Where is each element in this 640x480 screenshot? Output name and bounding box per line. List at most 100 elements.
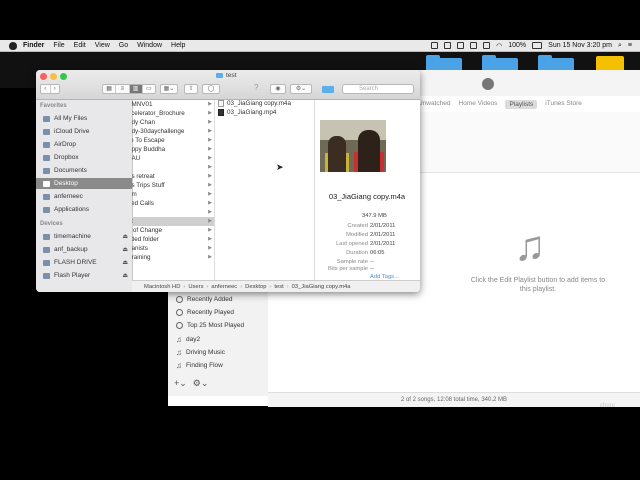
menu-edit[interactable]: Edit — [74, 42, 86, 49]
list-item[interactable]: bAU▶ — [132, 154, 214, 163]
sidebar-item-documents[interactable]: Documents — [36, 165, 132, 176]
sidebar-item-flash-player[interactable]: Flash Player ⏏ — [36, 270, 132, 281]
sidebar-item-applications[interactable]: Applications — [36, 204, 132, 215]
zoom-button[interactable] — [60, 73, 67, 80]
list-item[interactable]: banists▶ — [132, 244, 214, 253]
menu-finder[interactable]: Finder — [23, 42, 44, 49]
playlist-item[interactable]: ♫ Driving Music — [176, 348, 225, 357]
sidebar-item-airdrop[interactable]: AirDrop — [36, 139, 132, 150]
playlist-item[interactable]: ♫ Finding Flow — [176, 361, 223, 370]
menu-file[interactable]: File — [53, 42, 64, 49]
back-button[interactable]: ‹ — [41, 85, 51, 93]
search-input[interactable]: Search — [342, 84, 414, 94]
eject-icon[interactable]: ⏏ — [122, 233, 128, 240]
chevron-right-icon: ▶ — [208, 119, 212, 125]
path-item-test[interactable]: test — [274, 284, 283, 290]
forward-button[interactable]: › — [51, 85, 60, 93]
bluetooth-icon[interactable] — [483, 42, 491, 49]
path-item-macintosh-hd[interactable]: Macintosh HD — [144, 284, 180, 290]
list-item[interactable]: re To Escape▶ — [132, 136, 214, 145]
chevron-right-icon: ▶ — [208, 254, 212, 260]
menu-view[interactable]: View — [95, 42, 110, 49]
column-view-icon[interactable]: ▥ — [129, 85, 143, 93]
share-icon[interactable]: ⇧ — [184, 84, 198, 94]
gear-icon[interactable]: ⚙⌄ — [193, 378, 209, 389]
help-icon[interactable]: ? — [254, 83, 258, 92]
chevron-right-icon: ▶ — [208, 155, 212, 161]
tab-playlists[interactable]: Playlists — [505, 100, 538, 109]
eject-icon[interactable]: ⏏ — [122, 272, 128, 279]
tag-icon[interactable]: ◯ — [202, 84, 220, 94]
sidebar-item-dropbox[interactable]: Dropbox — [36, 152, 132, 163]
list-item[interactable]: ccelerator_Brochure ▶ — [132, 109, 214, 118]
eject-icon[interactable]: ⏏ — [122, 259, 128, 266]
dropbox-status-icon[interactable] — [431, 42, 439, 49]
list-item[interactable]: ff▶ — [132, 208, 214, 217]
list-item-selected[interactable]: st▶ — [132, 217, 214, 226]
sidebar-controls: +⌄ ⚙⌄ — [174, 378, 208, 389]
path-item-file[interactable]: 03_JiaGiang copy.m4a — [292, 284, 351, 290]
list-item[interactable]: os Trips Stuff▶ — [132, 181, 214, 190]
cover-flow-icon[interactable]: ▭ — [143, 85, 155, 93]
list-item[interactable]: Training▶ — [132, 253, 214, 262]
tab-home-videos[interactable]: Home Videos — [459, 100, 498, 109]
list-item[interactable]: ndy-30daychallenge ▶ — [132, 127, 214, 136]
sidebar-item-anf-backup[interactable]: anf_backup ⏏ — [36, 244, 132, 255]
battery-percent[interactable]: 100% — [508, 42, 526, 49]
status-bar: 2 of 2 songs, 12:08 total time, 340.2 MB — [268, 392, 640, 407]
dropbox-folder-icon[interactable] — [322, 86, 334, 93]
chevron-right-icon: ▶ — [208, 209, 212, 215]
menubar-clock[interactable]: Sun 15 Nov 3:20 pm — [548, 42, 612, 49]
bell-icon[interactable] — [457, 42, 465, 49]
sidebar-item-flash-drive[interactable]: FLASH DRIVE ⏏ — [36, 257, 132, 268]
menu-help[interactable]: Help — [171, 42, 185, 49]
list-item[interactable]: ved Calls▶ — [132, 199, 214, 208]
action-gear-icon[interactable]: ⚙⌄ — [290, 84, 312, 94]
list-item[interactable]: ndy Chan▶ — [132, 118, 214, 127]
list-item[interactable]: titled folder▶ — [132, 235, 214, 244]
chevron-right-icon: ▶ — [208, 110, 212, 116]
sidebar-item-all-my-files[interactable]: All My Files — [36, 113, 132, 124]
notification-center-icon[interactable]: ≡ — [628, 42, 632, 49]
quick-look-icon[interactable]: ◉ — [270, 84, 286, 94]
path-item-desktop[interactable]: Desktop — [245, 284, 266, 290]
minimize-button[interactable] — [50, 73, 57, 80]
tab-unwatched[interactable]: Unwatched — [418, 100, 451, 109]
playlist-item[interactable]: ♫ day2 — [176, 335, 200, 344]
add-playlist-icon[interactable]: +⌄ — [174, 378, 187, 389]
menu-window[interactable]: Window — [137, 42, 162, 49]
playlist-item[interactable]: Top 25 Most Played — [176, 322, 244, 329]
path-item-anferneec[interactable]: anferneec — [211, 284, 237, 290]
arrange-button[interactable]: ▦⌄ — [160, 84, 178, 94]
playlist-item[interactable]: Recently Played — [176, 309, 234, 316]
list-view-icon[interactable]: ≡ — [116, 85, 130, 93]
menu-go[interactable]: Go — [119, 42, 128, 49]
list-item[interactable]: os retreat▶ — [132, 172, 214, 181]
file-item[interactable]: 03_JiaGiang copy.m4a — [218, 100, 291, 107]
list-item[interactable]: appy Buddha▶ — [132, 145, 214, 154]
file-item[interactable]: 03_JiaGiang.mp4 — [218, 109, 276, 116]
folder-column: 2MNV01▶ ccelerator_Brochure▶ ndy Chan▶ n… — [132, 100, 215, 280]
sidebar-item-desktop[interactable]: Desktop — [36, 178, 132, 189]
icon-view-icon[interactable]: ▦ — [103, 85, 117, 93]
sidebar-item-timemachine[interactable]: timemachine ⏏ — [36, 231, 132, 242]
sidebar-item-anferneec[interactable]: anferneec — [36, 191, 132, 202]
tab-itunes-store[interactable]: iTunes Store — [545, 100, 582, 109]
path-item-users[interactable]: Users — [188, 284, 203, 290]
spotlight-icon[interactable]: ⌕ — [618, 42, 622, 50]
list-item[interactable]: um▶ — [132, 190, 214, 199]
sidebar-item-icloud-drive[interactable]: iCloud Drive — [36, 126, 132, 137]
list-item[interactable]: i▶ — [132, 163, 214, 172]
screen-icon[interactable] — [444, 42, 452, 49]
apple-menu-icon[interactable] — [9, 41, 17, 50]
wifi-icon[interactable]: ◠ — [496, 42, 502, 50]
chevron-right-icon: ▶ — [208, 236, 212, 242]
list-item[interactable]: 2MNV01▶ — [132, 100, 214, 109]
path-separator-icon: › — [286, 283, 289, 290]
clock-icon[interactable] — [470, 42, 478, 49]
list-item[interactable]: s of Change▶ — [132, 226, 214, 235]
eject-icon[interactable]: ⏏ — [122, 246, 128, 253]
playlist-note-icon: ♫ — [514, 222, 546, 269]
close-button[interactable] — [40, 73, 47, 80]
playlist-item[interactable]: Recently Added — [176, 296, 233, 303]
